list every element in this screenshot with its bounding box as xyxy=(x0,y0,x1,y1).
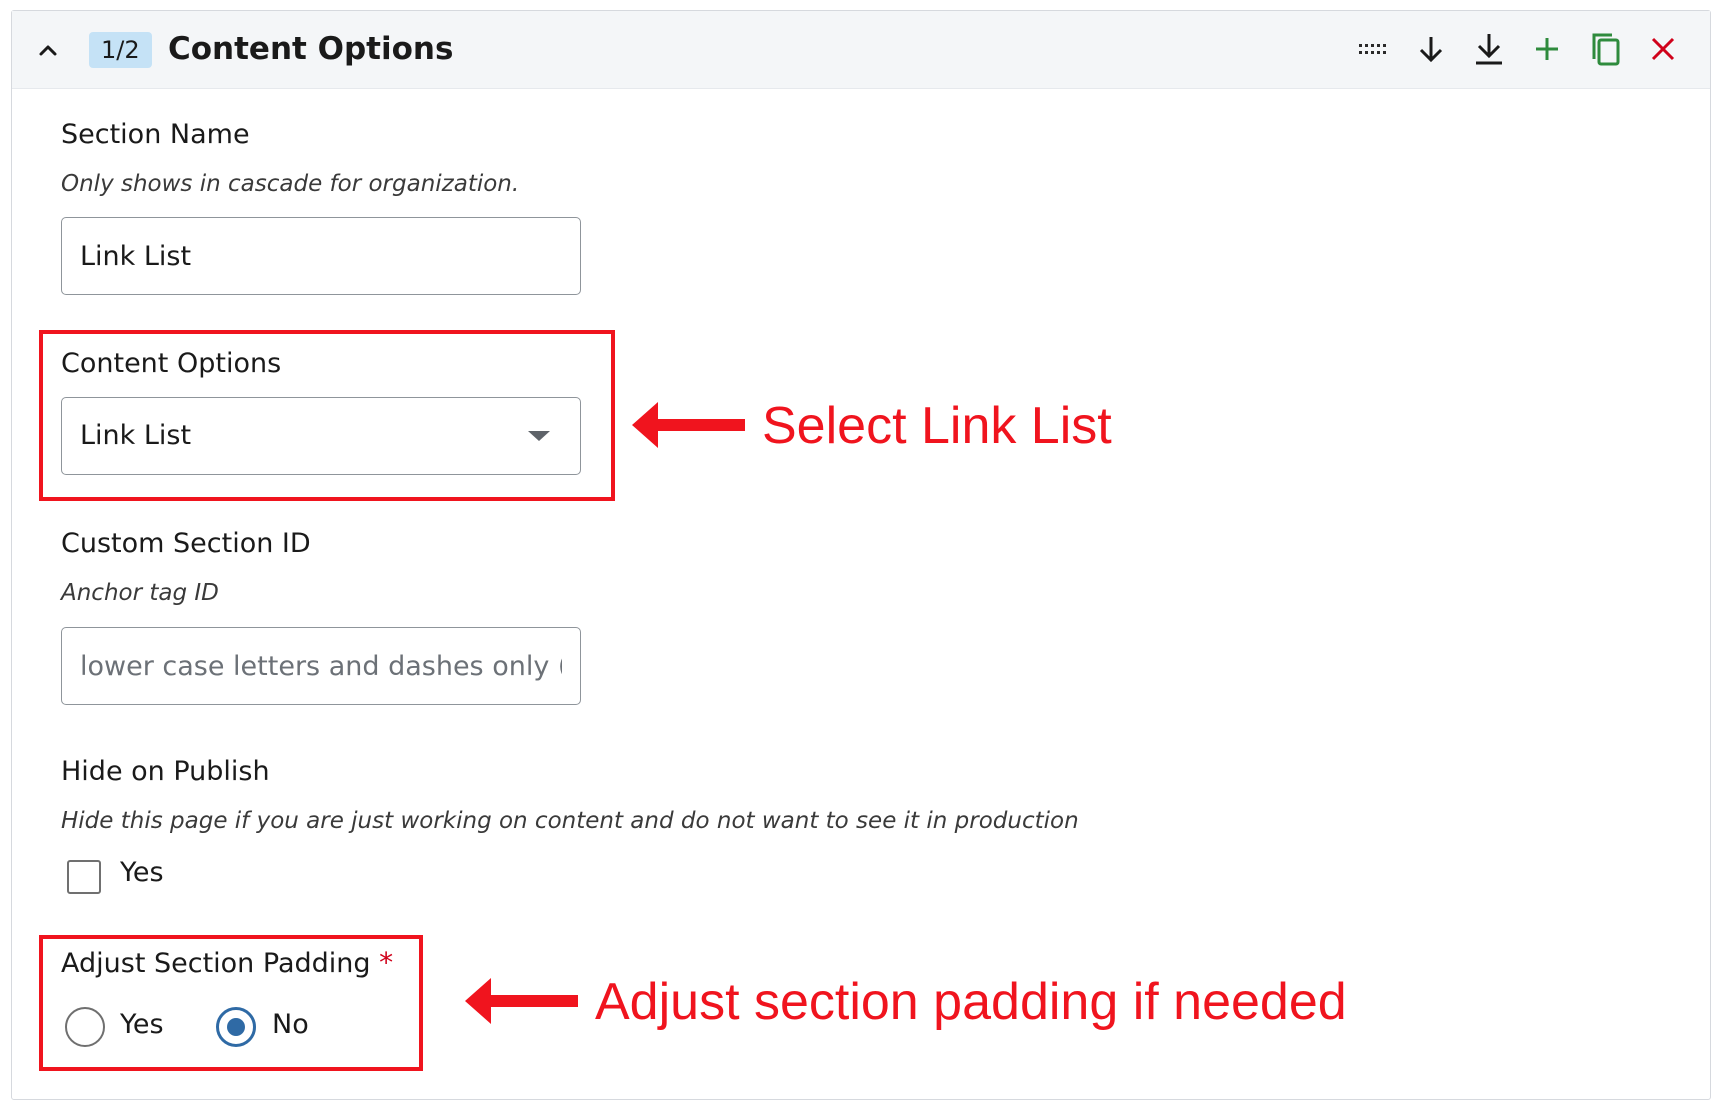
section-header: 1/2 Content Options xyxy=(12,11,1710,89)
section-name-label: Section Name xyxy=(61,119,250,150)
chevron-up-icon xyxy=(39,45,57,56)
custom-section-id-help: Anchor tag ID xyxy=(61,580,219,606)
adjust-padding-label: Adjust Section Padding * xyxy=(61,946,393,979)
collapse-toggle[interactable] xyxy=(34,36,62,64)
custom-section-id-input[interactable] xyxy=(61,627,581,705)
hide-on-publish-checkbox[interactable] xyxy=(67,860,101,894)
section-count-badge: 1/2 xyxy=(89,32,152,68)
adjust-padding-label-text: Adjust Section Padding xyxy=(61,948,371,979)
annotation-select-link-list: Select Link List xyxy=(762,397,1112,455)
section-toolbar xyxy=(1352,28,1684,70)
hide-on-publish-help: Hide this page if you are just working o… xyxy=(61,808,1079,834)
annotation-arrow-left-icon xyxy=(465,978,578,1024)
content-options-select[interactable]: Link List xyxy=(61,397,581,475)
section-title: Content Options xyxy=(168,31,454,67)
annotation-adjust-padding: Adjust section padding if needed xyxy=(595,973,1347,1031)
add-section-button[interactable] xyxy=(1526,28,1568,70)
drag-handle-button[interactable] xyxy=(1352,28,1394,70)
move-to-bottom-icon xyxy=(1476,34,1502,65)
section-name-input[interactable] xyxy=(61,217,581,295)
padding-radio-no-label: No xyxy=(272,1009,309,1040)
hide-on-publish-option-label: Yes xyxy=(120,857,164,888)
padding-radio-yes-label: Yes xyxy=(120,1009,164,1040)
duplicate-section-button[interactable] xyxy=(1584,28,1626,70)
content-options-selected-value: Link List xyxy=(80,420,192,451)
move-down-icon xyxy=(1419,37,1443,63)
padding-radio-no[interactable] xyxy=(216,1007,256,1047)
close-icon xyxy=(1651,37,1675,61)
drag-handle-icon xyxy=(1359,44,1386,54)
move-down-button[interactable] xyxy=(1410,28,1452,70)
section-panel: 1/2 Content Options Section Name Only sh… xyxy=(11,10,1711,1100)
annotation-arrow-left-icon xyxy=(632,402,745,448)
caret-down-icon xyxy=(528,431,550,441)
hide-on-publish-label: Hide on Publish xyxy=(61,756,270,787)
add-icon xyxy=(1536,38,1558,60)
remove-section-button[interactable] xyxy=(1642,28,1684,70)
move-to-bottom-button[interactable] xyxy=(1468,28,1510,70)
custom-section-id-label: Custom Section ID xyxy=(61,528,311,559)
content-options-label: Content Options xyxy=(61,348,282,379)
padding-radio-yes[interactable] xyxy=(65,1007,105,1047)
required-marker: * xyxy=(379,946,394,979)
duplicate-icon xyxy=(1592,33,1620,66)
section-name-help: Only shows in cascade for organization. xyxy=(61,171,520,197)
